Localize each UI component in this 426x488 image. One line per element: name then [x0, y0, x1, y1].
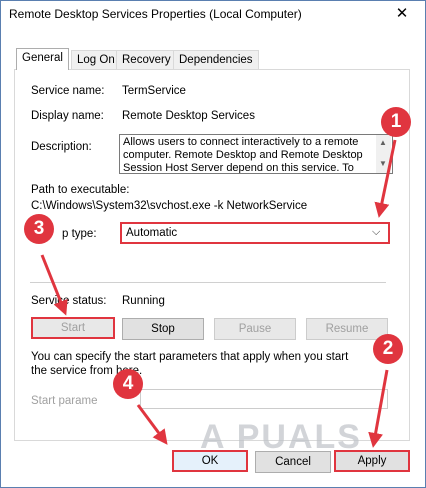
- annotation-badge-4: 4: [113, 369, 143, 399]
- annotation-badge-2: 2: [373, 334, 403, 364]
- description-scrollbar[interactable]: ▲ ▼: [376, 135, 391, 173]
- pause-button[interactable]: Pause: [214, 318, 296, 340]
- startup-type-select[interactable]: Automatic ⌵: [120, 222, 390, 244]
- divider: [30, 282, 386, 283]
- scroll-down-icon[interactable]: ▼: [379, 159, 387, 168]
- annotation-badge-1: 1: [381, 107, 411, 137]
- chevron-down-icon: ⌵: [372, 226, 381, 238]
- display-name-value: Remote Desktop Services: [122, 110, 255, 122]
- description-label: Description:: [31, 141, 92, 153]
- tab-recovery[interactable]: Recovery: [116, 50, 177, 69]
- start-params-input[interactable]: [140, 389, 388, 409]
- description-text: Allows users to connect interactively to…: [123, 136, 363, 174]
- path-label: Path to executable:: [31, 184, 130, 196]
- general-panel: [14, 69, 410, 441]
- start-button[interactable]: Start: [31, 317, 115, 339]
- service-name-value: TermService: [122, 85, 186, 97]
- service-status-label: Service status:: [31, 295, 107, 307]
- close-icon[interactable]: ✕: [387, 4, 417, 24]
- stop-button[interactable]: Stop: [122, 318, 204, 340]
- title-bar: Remote Desktop Services Properties (Loca…: [1, 1, 425, 27]
- service-status-value: Running: [122, 295, 165, 307]
- appuals-watermark: A PUALS: [200, 418, 362, 456]
- tab-log-on[interactable]: Log On: [71, 50, 121, 69]
- start-params-help: You can specify the start parameters tha…: [31, 351, 349, 377]
- service-name-label: Service name:: [31, 85, 105, 97]
- display-name-label: Display name:: [31, 110, 104, 122]
- resume-button[interactable]: Resume: [306, 318, 388, 340]
- start-params-label: Start parame: [31, 395, 98, 407]
- tab-dependencies[interactable]: Dependencies: [173, 50, 259, 69]
- path-value: C:\Windows\System32\svchost.exe -k Netwo…: [31, 200, 308, 212]
- startup-type-value: Automatic: [126, 227, 178, 239]
- startup-type-label: p type:: [62, 228, 97, 240]
- annotation-badge-3: 3: [24, 214, 54, 244]
- scroll-up-icon[interactable]: ▲: [379, 138, 387, 147]
- description-box[interactable]: Allows users to connect interactively to…: [119, 134, 393, 174]
- tab-general[interactable]: General: [16, 48, 69, 70]
- window-title: Remote Desktop Services Properties (Loca…: [9, 7, 302, 21]
